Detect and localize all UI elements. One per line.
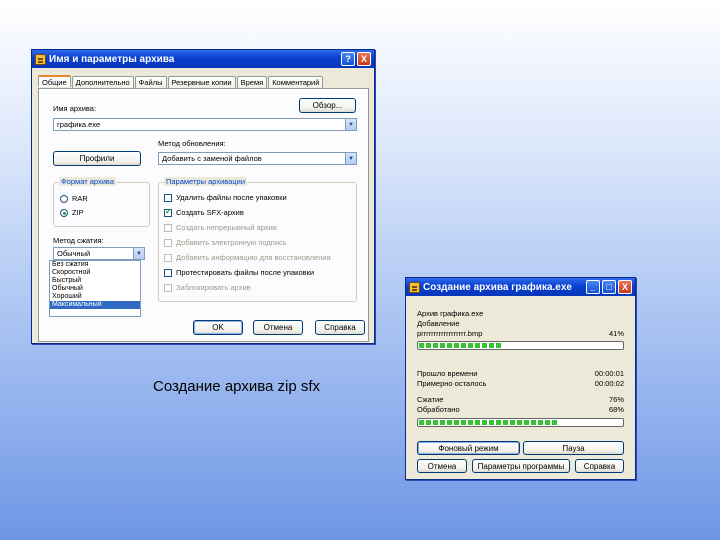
delete-after-checkbox[interactable] (164, 194, 172, 202)
ratio-value: 76% (608, 395, 624, 404)
tab-general[interactable]: Общие (38, 75, 71, 87)
winrar-icon (409, 281, 420, 293)
help-title-button[interactable]: ? (341, 52, 355, 66)
tab-strip: Общие Дополнительно Файлы Резервные копи… (38, 75, 324, 88)
processed-label: Обработано (417, 405, 460, 414)
list-item[interactable]: Скоростной (50, 269, 140, 277)
program-settings-button[interactable]: Параметры программы (472, 459, 570, 473)
archive-name-label: Имя архива: (53, 104, 97, 113)
pause-button[interactable]: Пауза (523, 441, 624, 455)
list-item[interactable]: Хороший (50, 293, 140, 301)
processed-value: 68% (608, 405, 624, 414)
remaining-value: 00:00:02 (594, 379, 624, 388)
recovery-record-checkbox (164, 254, 172, 262)
update-method-value: Добавить с заменой файлов (162, 154, 262, 163)
radio-zip-label: ZIP (72, 208, 84, 217)
cancel-button[interactable]: Отмена (253, 320, 303, 335)
tab-backup[interactable]: Резервные копии (167, 76, 236, 88)
solid-archive-label: Создать непрерывный архив (176, 223, 277, 232)
list-item[interactable]: Быстрый (50, 277, 140, 285)
elapsed-value: 00:00:01 (594, 369, 624, 378)
archiving-options-title: Параметры архивации (164, 177, 248, 186)
archive-name-value: графика.exe (57, 120, 101, 129)
elapsed-label: Прошло времени (417, 369, 478, 378)
archive-dialog-title: Имя и параметры архива (49, 53, 175, 65)
ratio-label: Сжатие (417, 395, 444, 404)
current-file-percent: 41% (608, 329, 624, 338)
tab-time[interactable]: Время (236, 76, 268, 88)
background-mode-button[interactable]: Фоновый режим (417, 441, 520, 455)
compression-method-label: Метод сжатия: (53, 236, 104, 245)
list-item[interactable]: Обычный (50, 285, 140, 293)
browse-button[interactable]: Обзор... (299, 98, 356, 113)
file-progress-fill (419, 343, 503, 348)
help-button[interactable]: Справка (315, 320, 365, 335)
file-progress-bar (417, 341, 624, 350)
minimize-icon[interactable]: _ (586, 280, 600, 294)
total-progress-fill (419, 420, 558, 425)
current-file-name: рrrrrrrrrrrrrrrrrrr.bmp (417, 329, 483, 338)
maximize-icon[interactable]: □ (602, 280, 616, 294)
solid-archive-checkbox (164, 224, 172, 232)
digital-signature-checkbox (164, 239, 172, 247)
tab-files[interactable]: Файлы (134, 76, 167, 88)
list-item-selected[interactable]: Максимальный (50, 301, 140, 309)
create-sfx-checkbox[interactable] (164, 207, 172, 217)
delete-after-label: Удалить файлы после упаковки (176, 193, 287, 202)
remaining-label: Примерно осталось (417, 379, 487, 388)
progress-dialog-titlebar[interactable]: Создание архива графика.exe _ □ X (406, 278, 635, 296)
update-method-label: Метод обновления: (158, 139, 226, 148)
archive-name-combobox[interactable]: графика.exe ▼ (53, 118, 357, 131)
archive-dialog-titlebar[interactable]: Имя и параметры архива ? X (32, 50, 374, 68)
radio-zip[interactable] (60, 209, 68, 217)
chevron-down-icon[interactable]: ▼ (133, 248, 144, 259)
chevron-down-icon[interactable]: ▼ (345, 119, 356, 130)
profiles-button[interactable]: Профили (53, 151, 141, 166)
winrar-icon (35, 53, 46, 65)
list-item[interactable]: Без сжатия (50, 261, 140, 269)
digital-signature-label: Добавить электронную подпись (176, 238, 287, 247)
radio-rar-label: RAR (72, 194, 88, 203)
close-icon[interactable]: X (618, 280, 632, 294)
ok-button[interactable]: OK (193, 320, 243, 335)
compression-dropdown-list[interactable]: Без сжатия Скоростной Быстрый Обычный Хо… (49, 260, 141, 317)
archive-format-group (53, 182, 150, 227)
lock-archive-checkbox (164, 284, 172, 292)
test-files-checkbox[interactable] (164, 269, 172, 277)
archive-progress-dialog: Создание архива графика.exe _ □ X Архив … (405, 277, 636, 480)
create-sfx-label: Создать SFX-архив (176, 208, 244, 217)
progress-dialog-title: Создание архива графика.exe (423, 281, 572, 293)
archive-format-title: Формат архива (59, 177, 116, 186)
tab-comment[interactable]: Комментарий (268, 76, 324, 88)
recovery-record-label: Добавить информацию для восстановления (176, 253, 331, 262)
cancel-button[interactable]: Отмена (417, 459, 467, 473)
archive-line: Архив графика.exe (417, 309, 484, 318)
chevron-down-icon[interactable]: ▼ (345, 153, 356, 164)
tab-advanced[interactable]: Дополнительно (71, 76, 134, 88)
update-method-select[interactable]: Добавить с заменой файлов ▼ (158, 152, 357, 165)
action-line: Добавление (417, 319, 460, 328)
close-icon[interactable]: X (357, 52, 371, 66)
lock-archive-label: Заблокировать архив (176, 283, 251, 292)
compression-method-select[interactable]: Обычный ▼ (53, 247, 145, 260)
compression-method-value: Обычный (57, 249, 91, 258)
help-button[interactable]: Справка (575, 459, 624, 473)
total-progress-bar (417, 418, 624, 427)
radio-rar[interactable] (60, 195, 68, 203)
archive-parameters-dialog: Имя и параметры архива ? X Общие Дополни… (31, 49, 375, 344)
test-files-label: Протестировать файлы после упаковки (176, 268, 315, 277)
slide-caption: Создание архива zip sfx (153, 378, 321, 395)
